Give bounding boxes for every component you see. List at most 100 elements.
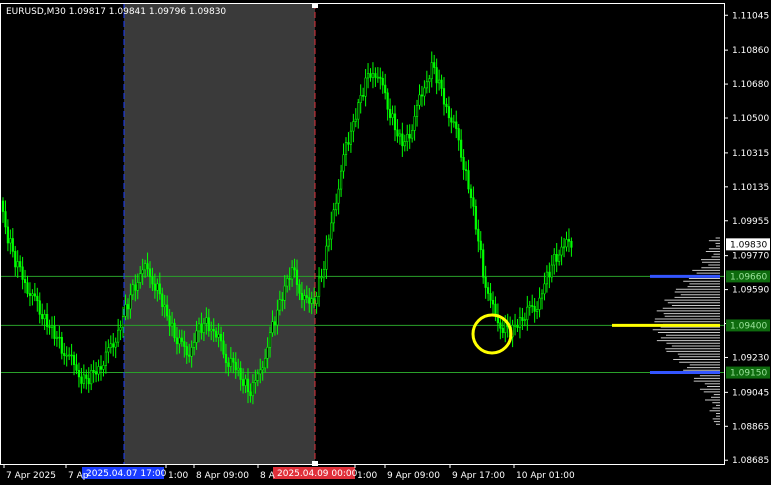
candle-body bbox=[322, 269, 326, 278]
candle-body bbox=[264, 358, 267, 369]
candle-body bbox=[359, 95, 362, 104]
candle-body bbox=[249, 391, 252, 397]
candle-body bbox=[193, 342, 196, 348]
time-tick-label: 8 Apr 09:00 bbox=[196, 471, 249, 481]
candle-body bbox=[528, 305, 531, 308]
candle-body bbox=[388, 108, 392, 118]
candle-body bbox=[14, 251, 17, 268]
candle-body bbox=[386, 92, 389, 110]
candle-body bbox=[457, 128, 460, 141]
price-tick-label: 1.10315 bbox=[732, 149, 769, 159]
candle-body bbox=[357, 102, 360, 120]
candle-body bbox=[227, 362, 230, 367]
candle-body bbox=[16, 261, 19, 268]
candle-body bbox=[207, 317, 210, 332]
price-chart[interactable]: 2025.04.07 17:00 2025.04.09 00:00 1.11045… bbox=[0, 0, 771, 485]
candle-body bbox=[560, 246, 563, 256]
candle-body bbox=[342, 154, 345, 172]
candle-body bbox=[548, 271, 551, 278]
candle-body bbox=[107, 347, 110, 353]
candle-body bbox=[555, 254, 558, 262]
candle-body bbox=[445, 103, 448, 107]
candle-body bbox=[38, 300, 41, 315]
selection-background[interactable] bbox=[124, 3, 315, 464]
price-tick-label: 1.09230 bbox=[732, 353, 769, 363]
candle-body bbox=[259, 369, 262, 375]
candle-body bbox=[139, 273, 142, 283]
candle-body bbox=[352, 121, 355, 132]
candle-body bbox=[379, 76, 382, 79]
candle-body bbox=[381, 78, 384, 86]
candle-body bbox=[119, 327, 122, 331]
candle-body bbox=[173, 322, 176, 339]
candle-body bbox=[124, 304, 127, 317]
candle-body bbox=[185, 346, 188, 356]
candle-body bbox=[55, 336, 58, 339]
candle-body bbox=[339, 170, 343, 190]
candle-body bbox=[401, 133, 404, 147]
candle-body bbox=[200, 323, 203, 333]
price-tick-label: 1.10500 bbox=[732, 114, 769, 124]
candle-body bbox=[90, 369, 93, 385]
candle-body bbox=[335, 202, 338, 211]
candle-body bbox=[217, 333, 220, 338]
candle-body bbox=[320, 276, 323, 279]
candle-body bbox=[9, 238, 12, 244]
price-tick-label: 1.10680 bbox=[732, 80, 769, 90]
candle-body bbox=[371, 73, 375, 78]
candle-body bbox=[141, 269, 144, 275]
candle-body bbox=[406, 133, 409, 142]
candle-body bbox=[28, 293, 32, 296]
price-tick-label: 1.09770 bbox=[732, 252, 769, 262]
candle-body bbox=[290, 267, 294, 280]
candle-body bbox=[82, 374, 85, 384]
candle-body bbox=[411, 130, 414, 139]
candle-body bbox=[36, 295, 39, 302]
candle-body bbox=[251, 382, 255, 397]
candle-body bbox=[364, 77, 367, 97]
candle-body bbox=[482, 249, 485, 278]
candle-body bbox=[423, 87, 426, 97]
candle-body bbox=[95, 371, 98, 375]
candle-body bbox=[33, 293, 36, 297]
candle-body bbox=[136, 282, 139, 291]
candle-body bbox=[300, 292, 304, 300]
candle-body bbox=[558, 254, 561, 262]
candle-body bbox=[58, 336, 61, 339]
candle-body bbox=[23, 279, 27, 283]
candle-body bbox=[161, 293, 164, 308]
candle-body bbox=[254, 380, 257, 383]
range-start-label[interactable]: 2025.04.07 17:00 bbox=[86, 469, 167, 479]
candle-body bbox=[288, 278, 291, 280]
candle-body bbox=[273, 321, 277, 326]
range-end-handle-bottom[interactable] bbox=[312, 461, 318, 466]
candle-body bbox=[168, 315, 171, 327]
candle-body bbox=[278, 299, 281, 311]
candle-body bbox=[222, 340, 225, 355]
candle-body bbox=[242, 379, 245, 386]
candle-body bbox=[178, 337, 181, 345]
candle-body bbox=[308, 297, 311, 304]
candle-body bbox=[261, 367, 264, 371]
candle-body bbox=[428, 78, 431, 83]
candle-body bbox=[53, 325, 56, 339]
candle-body bbox=[553, 254, 556, 266]
time-tick-label: 7 Apr 2025 bbox=[6, 471, 56, 481]
candle-body bbox=[310, 298, 313, 304]
candle-body bbox=[384, 84, 387, 94]
candle-body bbox=[170, 322, 174, 327]
level-label: 1.09660 bbox=[730, 272, 767, 282]
candle-body bbox=[11, 238, 14, 252]
selection-range[interactable] bbox=[124, 3, 315, 464]
candle-body bbox=[396, 129, 399, 137]
candle-body bbox=[354, 118, 357, 122]
volume-profile bbox=[612, 237, 720, 425]
candle-body bbox=[237, 367, 240, 371]
candle-body bbox=[50, 325, 54, 328]
candle-body bbox=[244, 378, 247, 386]
candle-body bbox=[63, 353, 66, 356]
candle-body bbox=[4, 211, 7, 228]
candle-body bbox=[41, 314, 44, 320]
range-end-label[interactable]: 2025.04.09 00:00 bbox=[277, 469, 358, 479]
current-price-label: 1.09830 bbox=[730, 240, 767, 250]
